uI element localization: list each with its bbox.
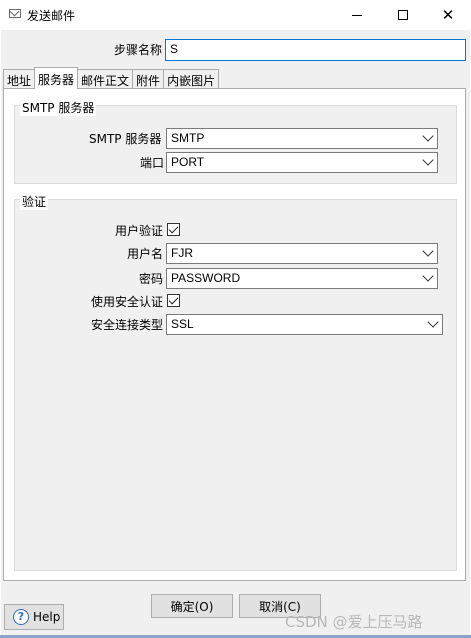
chevron-down-icon <box>422 130 434 142</box>
step-name-input[interactable]: S <box>165 39 466 61</box>
window-title: 发送邮件 <box>27 9 76 23</box>
watermark: CSDN @爱上压马路 <box>285 613 423 631</box>
password-label: 密码 <box>139 272 164 286</box>
username-combo[interactable]: FJR <box>166 243 438 264</box>
secure-type-value: SSL <box>171 317 194 331</box>
close-icon: ✕ <box>441 6 455 24</box>
chevron-down-icon <box>422 154 434 166</box>
secure-auth-label: 使用安全认证 <box>91 295 164 309</box>
auth-group-title: 验证 <box>20 193 49 210</box>
maximize-button[interactable] <box>380 0 426 30</box>
help-button[interactable]: ? Help <box>4 604 64 630</box>
help-label: Help <box>33 610 61 624</box>
close-button[interactable]: ✕ <box>425 0 471 30</box>
port-label: 端口 <box>140 156 165 170</box>
smtp-server-label: SMTP 服务器 <box>89 132 162 146</box>
ok-button[interactable]: 确定(O) <box>151 594 233 618</box>
minimize-icon <box>352 14 362 16</box>
tab-attachments[interactable]: 附件 <box>132 69 165 89</box>
chevron-down-icon <box>422 245 434 257</box>
mail-icon <box>9 9 21 18</box>
password-combo[interactable]: PASSWORD <box>166 268 438 289</box>
maximize-icon <box>398 10 408 20</box>
help-icon: ? <box>13 609 29 625</box>
tab-mail-body[interactable]: 邮件正文 <box>77 69 134 89</box>
tab-embedded-images[interactable]: 内嵌图片 <box>163 69 220 89</box>
chevron-down-icon <box>422 270 434 282</box>
minimize-button[interactable] <box>334 0 380 30</box>
step-name-label: 步骤名称 <box>114 43 163 57</box>
secure-type-combo[interactable]: SSL <box>166 314 443 335</box>
tab-server[interactable]: 服务器 <box>34 67 79 89</box>
secure-auth-checkbox[interactable] <box>167 294 180 307</box>
user-auth-label: 用户验证 <box>115 224 164 238</box>
username-label: 用户名 <box>127 247 164 261</box>
title-bar: 发送邮件 ✕ <box>0 0 471 30</box>
user-auth-checkbox[interactable] <box>167 223 180 236</box>
tab-strip: 地址 服务器 邮件正文 附件 内嵌图片 <box>3 67 220 89</box>
smtp-server-value: SMTP <box>171 131 205 145</box>
smtp-group-title: SMTP 服务器 <box>20 99 97 116</box>
port-value: PORT <box>171 155 205 169</box>
chevron-down-icon <box>427 316 439 328</box>
username-value: FJR <box>171 246 193 260</box>
password-value: PASSWORD <box>171 271 241 285</box>
secure-type-label: 安全连接类型 <box>91 318 164 332</box>
smtp-server-combo[interactable]: SMTP <box>166 128 438 149</box>
port-combo[interactable]: PORT <box>166 152 438 173</box>
tab-address[interactable]: 地址 <box>3 69 36 89</box>
